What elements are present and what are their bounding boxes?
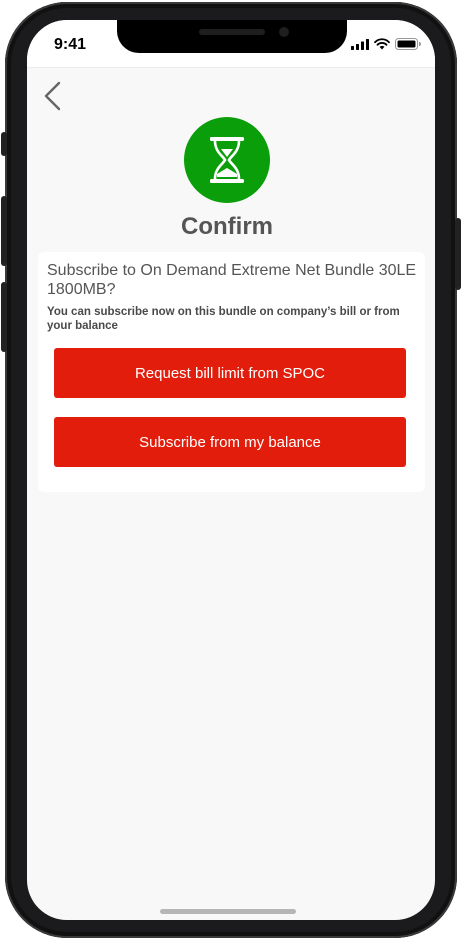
hourglass-icon — [210, 137, 244, 183]
speaker — [199, 29, 265, 35]
confirm-card: Subscribe to On Demand Extreme Net Bundl… — [38, 252, 425, 492]
home-indicator[interactable] — [160, 909, 296, 914]
hourglass-badge — [184, 117, 270, 203]
page-title: Confirm — [181, 213, 273, 240]
notch — [117, 20, 347, 53]
cellular-signal-icon — [351, 38, 369, 50]
request-bill-limit-button[interactable]: Request bill limit from SPOC — [54, 348, 406, 398]
silent-switch — [1, 132, 7, 156]
front-camera — [279, 27, 289, 37]
status-bar: 9:41 — [27, 20, 435, 68]
volume-up-button — [1, 196, 7, 266]
power-button — [455, 218, 461, 290]
wifi-icon — [374, 38, 390, 50]
confirm-subtext: You can subscribe now on this bundle on … — [47, 306, 400, 332]
subscribe-from-balance-button[interactable]: Subscribe from my balance — [54, 417, 406, 467]
screen: 9:41 Confirm Subscribe to On Demand Extr… — [27, 20, 435, 920]
volume-down-button — [1, 282, 7, 352]
chevron-left-icon — [44, 81, 61, 111]
status-icons — [351, 37, 421, 51]
status-time: 9:41 — [54, 36, 87, 53]
confirm-question: Subscribe to On Demand Extreme Net Bundl… — [47, 262, 417, 298]
header-divider — [27, 67, 435, 68]
back-button[interactable] — [37, 78, 67, 114]
battery-icon — [395, 38, 421, 50]
